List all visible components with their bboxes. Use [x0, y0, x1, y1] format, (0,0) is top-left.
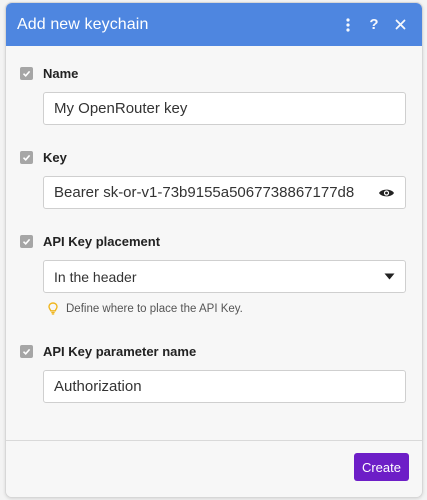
name-label: Name: [43, 65, 79, 81]
param-label: API Key parameter name: [43, 343, 197, 359]
caret-down-icon: [384, 273, 395, 280]
dialog-body: Name My OpenRouter key Key Bearer sk-or-…: [6, 63, 422, 403]
name-input[interactable]: My OpenRouter key: [43, 92, 406, 125]
checkbox-icon[interactable]: [20, 150, 33, 164]
question-mark-icon[interactable]: ?: [362, 13, 386, 37]
name-label-row: Name: [20, 63, 408, 83]
name-input-value: My OpenRouter key: [54, 100, 188, 117]
placement-label: API Key placement: [43, 233, 161, 249]
key-input[interactable]: Bearer sk-or-v1-73b9155a5067738867177d8: [43, 176, 406, 209]
placement-hint-text: Define where to place the API Key.: [66, 302, 243, 315]
vertical-dots-icon[interactable]: [336, 13, 360, 37]
eye-icon[interactable]: [378, 187, 395, 199]
placement-label-row: API Key placement: [20, 231, 408, 251]
param-field: API Key parameter name Authorization: [20, 341, 408, 403]
key-field: Key Bearer sk-or-v1-73b9155a506773886717…: [20, 147, 408, 209]
lightbulb-icon: [48, 302, 58, 315]
placement-hint: Define where to place the API Key.: [48, 302, 408, 315]
key-label-row: Key: [20, 147, 408, 167]
key-label: Key: [43, 149, 67, 165]
dialog-header: Add new keychain ?: [6, 3, 422, 46]
create-button[interactable]: Create: [353, 453, 409, 481]
param-input-value: Authorization: [54, 378, 142, 395]
placement-select-value: In the header: [54, 268, 137, 285]
key-input-value: Bearer sk-or-v1-73b9155a5067738867177d8: [54, 184, 355, 201]
checkbox-icon[interactable]: [20, 344, 33, 358]
param-label-row: API Key parameter name: [20, 341, 408, 361]
add-keychain-dialog: Add new keychain ? Name My OpenRouter ke…: [5, 2, 423, 498]
dialog-title: Add new keychain: [17, 15, 149, 33]
dialog-footer: Create: [6, 440, 422, 497]
placement-field: API Key placement In the header Define w…: [20, 231, 408, 315]
name-field: Name My OpenRouter key: [20, 63, 408, 125]
close-icon[interactable]: [388, 13, 412, 37]
checkbox-icon[interactable]: [20, 66, 33, 80]
param-input[interactable]: Authorization: [43, 370, 406, 403]
checkbox-icon[interactable]: [20, 234, 33, 248]
placement-select[interactable]: In the header: [43, 260, 406, 293]
